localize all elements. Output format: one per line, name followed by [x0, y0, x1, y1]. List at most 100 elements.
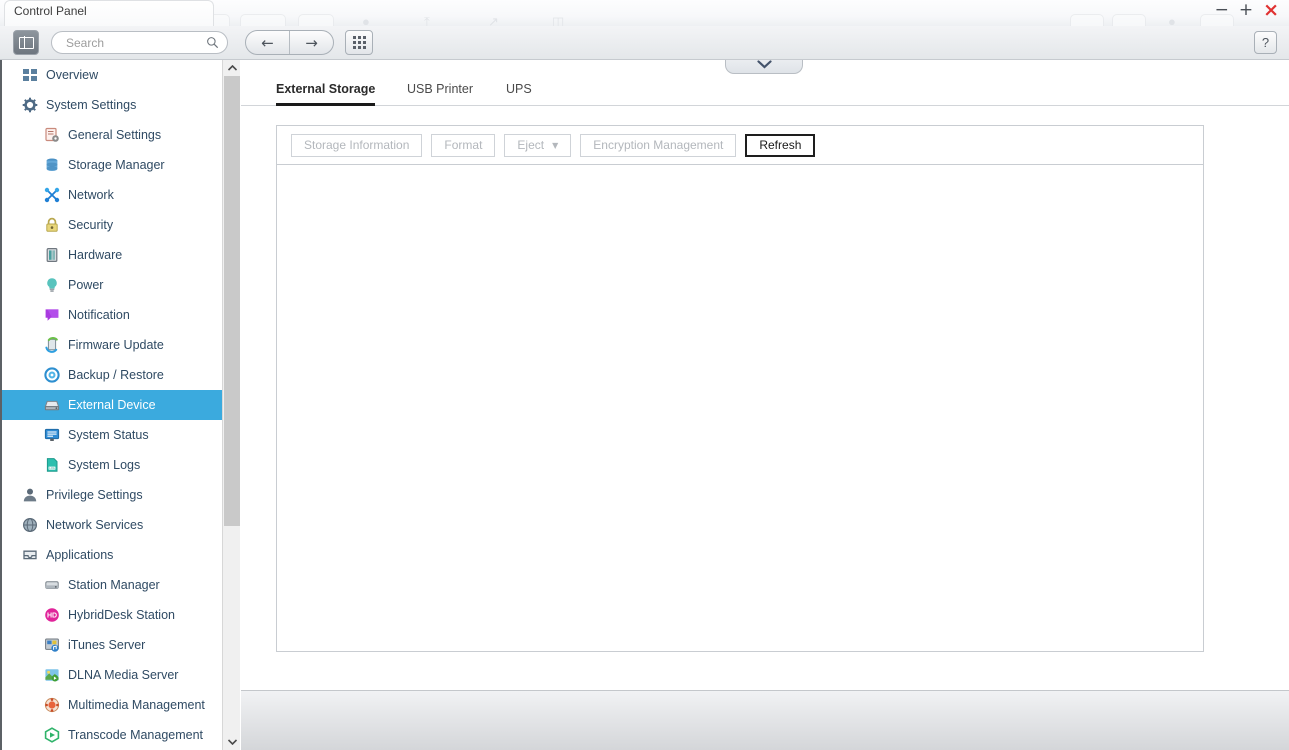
sidebar: Overview System Settings General Settings S… — [0, 60, 222, 750]
sidebar-item-overview[interactable]: Overview — [0, 60, 222, 90]
itunes-icon — [44, 637, 61, 654]
sidebar-item-label: iTunes Server — [68, 637, 146, 652]
minimize-button[interactable]: − — [1215, 2, 1229, 19]
sidebar-item-label: Multimedia Management — [68, 697, 205, 712]
sidebar-item-hardware[interactable]: Hardware — [0, 240, 222, 270]
button-label: Storage Information — [304, 138, 410, 152]
sidebar-item-transcode-management[interactable]: Transcode Management — [0, 720, 222, 750]
sidebar-item-security[interactable]: Security — [0, 210, 222, 240]
sidebar-item-firmware-update[interactable]: Firmware Update — [0, 330, 222, 360]
sidebar-toggle-button[interactable] — [13, 30, 39, 55]
sidebar-item-label: Hardware — [68, 247, 123, 262]
sidebar-item-privilege-settings[interactable]: Privilege Settings — [0, 480, 222, 510]
chevron-down-icon — [756, 60, 772, 69]
sidebar-item-backup-restore[interactable]: Backup / Restore — [0, 360, 222, 390]
sidebar-item-network[interactable]: Network — [0, 180, 222, 210]
forward-button[interactable]: → — [290, 31, 333, 54]
sidebar-item-notification[interactable]: Notification — [0, 300, 222, 330]
sidebar-item-label: Overview — [46, 67, 99, 82]
multimedia-icon — [44, 697, 61, 714]
app-toolbar: ← → — [0, 26, 1289, 60]
sidebar-item-network-services[interactable]: Network Services — [0, 510, 222, 540]
navigation-buttons: ← → — [245, 30, 334, 55]
sidebar-item-label: General Settings — [68, 127, 162, 142]
close-button[interactable]: × — [1263, 1, 1279, 20]
sidebar-item-power[interactable]: Power — [0, 270, 222, 300]
sidebar-item-label: DLNA Media Server — [68, 667, 179, 682]
refresh-button[interactable]: Refresh — [745, 133, 816, 157]
status-footer — [241, 690, 1289, 750]
app-tray-icon — [22, 547, 39, 564]
sidebar-item-dlna-media-server[interactable]: DLNA Media Server — [0, 660, 222, 690]
scrollbar-thumb[interactable] — [224, 76, 240, 526]
scroll-up-arrow[interactable] — [223, 60, 241, 76]
sidebar-item-system-settings[interactable]: System Settings — [0, 90, 222, 120]
storage-information-button: Storage Information — [291, 133, 423, 157]
tab-external-storage[interactable]: External Storage — [276, 82, 376, 106]
sidebar-item-storage-manager[interactable]: Storage Manager — [0, 150, 222, 180]
gear-icon — [22, 97, 39, 114]
sidebar-item-external-device[interactable]: External Device — [0, 390, 222, 420]
sidebar-item-itunes-server[interactable]: iTunes Server — [0, 630, 222, 660]
station-drive-icon — [44, 577, 61, 594]
search-box[interactable] — [51, 31, 228, 54]
sidebar-item-label: HybridDesk Station — [68, 607, 175, 622]
tab-ups[interactable]: UPS — [506, 82, 532, 106]
search-input[interactable] — [66, 32, 201, 53]
monitor-icon — [44, 427, 61, 444]
sidebar-item-system-status[interactable]: System Status — [0, 420, 222, 450]
panel-toolbar: Storage Information Format Eject ▼ Encryptio… — [277, 126, 1203, 165]
format-button: Format — [431, 133, 496, 157]
sidebar-item-label: Privilege Settings — [46, 487, 143, 502]
sidebar-item-label: Power — [68, 277, 104, 292]
window-title: Control Panel — [14, 4, 87, 18]
sidebar-item-general-settings[interactable]: General Settings — [0, 120, 222, 150]
sidebar-item-multimedia-management[interactable]: Multimedia Management — [0, 690, 222, 720]
tab-usb-printer[interactable]: USB Printer — [407, 82, 473, 106]
apps-grid-button[interactable] — [345, 30, 373, 55]
sidebar-scrollbar[interactable] — [222, 60, 240, 750]
sidebar-item-label: Firmware Update — [68, 337, 164, 352]
apps-grid-icon — [352, 36, 366, 49]
help-button[interactable]: ? — [1254, 31, 1277, 54]
encryption-management-button: Encryption Management — [580, 133, 737, 157]
external-storage-panel: Storage Information Format Eject ▼ Encryptio… — [276, 125, 1204, 652]
sidebar-item-label: Station Manager — [68, 577, 160, 592]
sidebar-item-label: System Logs — [68, 457, 141, 472]
window-controls: − + × — [1215, 1, 1279, 20]
sidebar-item-system-logs[interactable]: LOG System Logs — [0, 450, 222, 480]
sidebar-item-applications[interactable]: Applications — [0, 540, 222, 570]
back-button[interactable]: ← — [246, 31, 290, 54]
sidebar-panel-icon — [18, 35, 34, 50]
firmware-refresh-icon — [44, 336, 61, 354]
external-drive-icon — [44, 397, 61, 414]
svg-text:HD: HD — [47, 612, 57, 619]
sidebar-item-label: Notification — [68, 307, 130, 322]
scroll-down-arrow[interactable] — [223, 734, 241, 750]
panel-body-empty — [277, 165, 1203, 651]
log-document-icon: LOG — [44, 457, 61, 474]
sidebar-item-label: System Settings — [46, 97, 137, 112]
dlna-media-icon — [44, 667, 61, 684]
search-icon — [207, 37, 219, 49]
title-bar: Control Panel − + × — [0, 0, 1289, 26]
sidebar-item-station-manager[interactable]: Station Manager — [0, 570, 222, 600]
maximize-button[interactable]: + — [1239, 2, 1253, 19]
padlock-icon — [44, 217, 61, 234]
clipboard-gear-icon — [44, 127, 61, 144]
sidebar-item-hybriddesk-station[interactable]: HD HybridDesk Station — [0, 600, 222, 630]
button-label: Encryption Management — [593, 138, 724, 152]
sidebar-item-label: Storage Manager — [68, 157, 165, 172]
speech-bubble-icon — [44, 307, 61, 324]
svg-text:LOG: LOG — [49, 466, 54, 470]
sidebar-item-label: Security — [68, 217, 114, 232]
hybriddesk-icon: HD — [44, 607, 61, 624]
backup-circle-icon — [44, 366, 61, 384]
chevron-down-icon: ▼ — [552, 140, 559, 150]
sidebar-item-label: Network — [68, 187, 114, 202]
button-label: Eject — [517, 138, 545, 152]
database-icon — [44, 157, 61, 174]
hardware-chip-icon — [44, 247, 61, 264]
globe-icon — [22, 517, 39, 534]
window-left-edge — [0, 26, 2, 750]
